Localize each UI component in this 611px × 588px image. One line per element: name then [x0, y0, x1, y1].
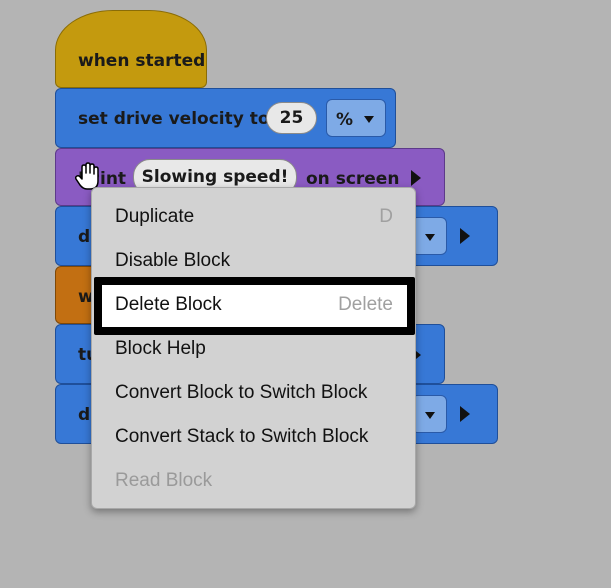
drive-label: d — [78, 405, 91, 425]
drive-direction-dropdown[interactable] — [411, 395, 447, 433]
play-arrow-icon[interactable] — [411, 170, 421, 186]
caret-down-icon — [425, 412, 435, 419]
set-drive-velocity-label: set drive velocity to — [78, 109, 270, 129]
caret-down-icon — [425, 234, 435, 241]
when-started-label: when started — [78, 51, 206, 71]
play-arrow-icon[interactable] — [460, 228, 470, 244]
when-started-block[interactable]: when started — [55, 10, 207, 88]
menu-item-label: Read Block — [115, 470, 213, 491]
context-menu: Duplicate D Disable Block Delete Block D… — [91, 187, 416, 509]
menu-item-shortcut: D — [379, 206, 393, 227]
menu-item-shortcut: Delete — [338, 294, 393, 315]
velocity-value-input[interactable]: 25 — [266, 102, 317, 134]
drive-direction-dropdown[interactable] — [411, 217, 447, 255]
set-drive-velocity-block[interactable]: set drive velocity to 25 % — [55, 88, 396, 148]
drive-label: d — [78, 227, 91, 247]
menu-item-label: Delete Block — [115, 294, 222, 315]
menu-item-label: Block Help — [115, 338, 206, 359]
block-workspace[interactable]: when started set drive velocity to 25 % … — [0, 0, 611, 588]
caret-down-icon — [364, 116, 374, 123]
menu-item-read-block: Read Block — [92, 460, 415, 504]
menu-item-label: Duplicate — [115, 206, 195, 227]
menu-item-label: Convert Stack to Switch Block — [115, 426, 369, 447]
velocity-unit-dropdown[interactable]: % — [326, 99, 386, 137]
menu-item-block-help[interactable]: Block Help — [92, 328, 415, 372]
menu-item-duplicate[interactable]: Duplicate D — [92, 196, 415, 240]
menu-item-label: Convert Block to Switch Block — [115, 382, 368, 403]
play-arrow-icon[interactable] — [460, 406, 470, 422]
menu-item-label: Disable Block — [115, 250, 231, 271]
menu-item-delete-block[interactable]: Delete Block Delete — [92, 284, 415, 328]
menu-item-convert-stack-to-switch[interactable]: Convert Stack to Switch Block — [92, 416, 415, 460]
menu-item-convert-block-to-switch[interactable]: Convert Block to Switch Block — [92, 372, 415, 416]
velocity-unit-label: % — [336, 110, 354, 130]
print-suffix-label: on screen — [306, 169, 400, 189]
